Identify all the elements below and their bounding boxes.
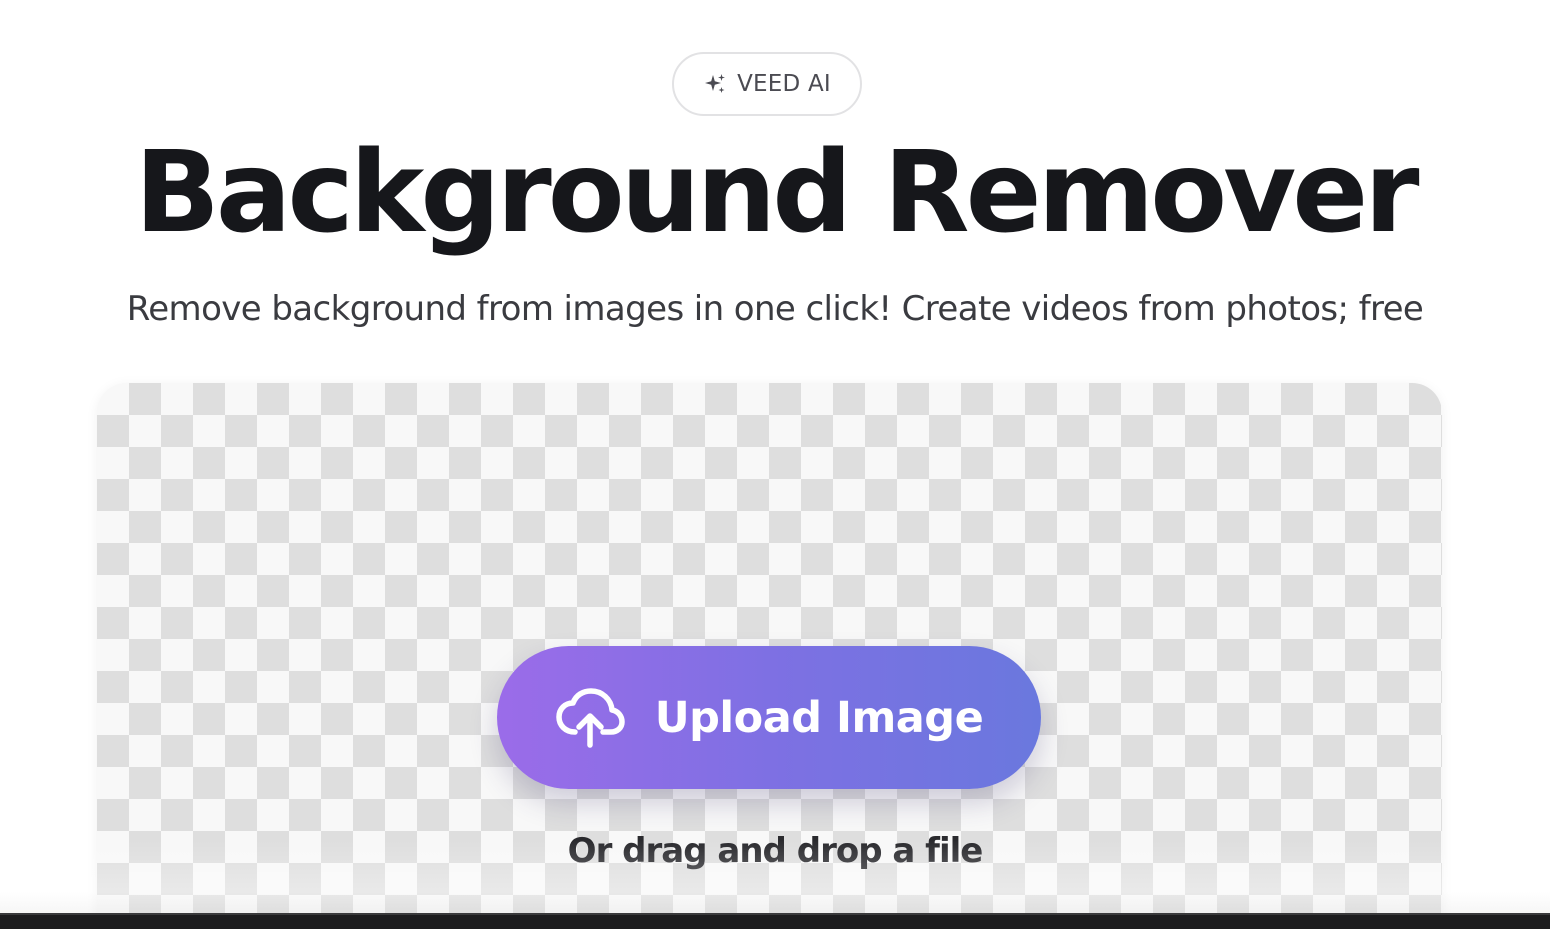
upload-button-label: Upload Image: [654, 692, 984, 743]
badge-label: VEED AI: [737, 71, 831, 97]
upload-image-button[interactable]: Upload Image: [497, 646, 1041, 789]
veed-ai-badge[interactable]: VEED AI: [672, 52, 862, 116]
page-subtitle: Remove background from images in one cli…: [126, 289, 1424, 329]
cloud-upload-icon: [555, 687, 625, 748]
bottom-window-bar: [0, 913, 1550, 929]
page: VEED AI Background Remover Remove backgr…: [0, 0, 1550, 929]
drag-drop-hint: Or drag and drop a file: [567, 831, 984, 871]
sparkles-icon: [705, 74, 726, 93]
page-title: Background Remover: [134, 128, 1420, 258]
